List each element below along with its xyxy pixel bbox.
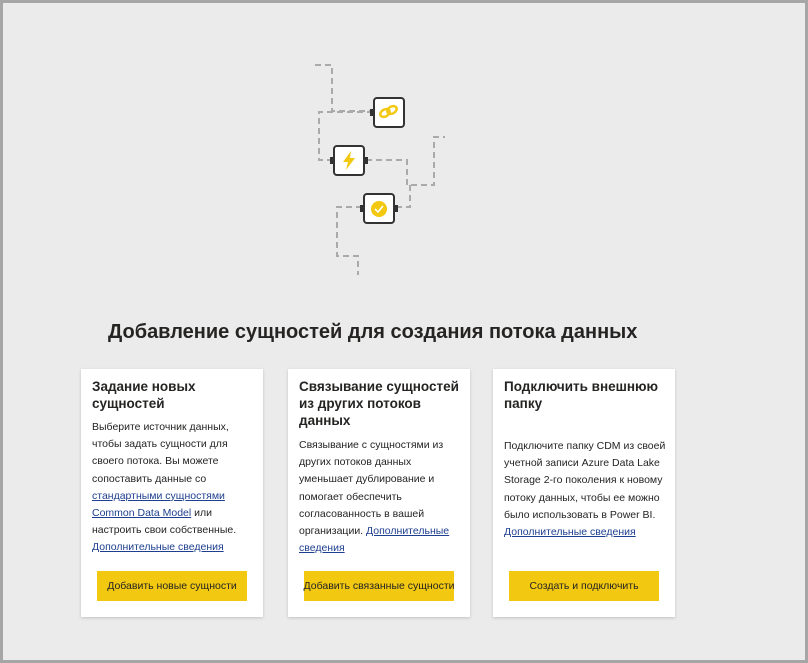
- learn-more-link[interactable]: Дополнительные сведения: [92, 541, 224, 553]
- card-description: Выберите источник данных, чтобы задать с…: [92, 419, 258, 557]
- card-text: Подключите папку CDM из своей учетной за…: [504, 440, 666, 521]
- card-description: Связывание с сущностями из других потоко…: [299, 437, 465, 557]
- card-title: Подключить внешнюю папку: [504, 379, 659, 411]
- card-link-entities: Связывание сущностей из других потоков д…: [288, 369, 470, 617]
- card-define-new-entities: Задание новых сущностей Выберите источни…: [81, 369, 263, 617]
- link-chain-icon: [370, 97, 405, 128]
- page-title: Добавление сущностей для создания потока…: [108, 321, 638, 343]
- card-title: Связывание сущностей из других потоков д…: [299, 379, 459, 428]
- learn-more-link[interactable]: Дополнительные сведения: [504, 526, 636, 538]
- card-title: Задание новых сущностей: [92, 379, 196, 411]
- card-attach-external-folder: Подключить внешнюю папку Подключите папк…: [493, 369, 675, 617]
- certified-badge-icon: [360, 193, 398, 224]
- lightning-bolt-icon: [330, 145, 368, 176]
- dataflow-illustration: [315, 64, 445, 275]
- add-linked-entities-button[interactable]: Добавить связанные сущности: [304, 571, 455, 601]
- create-and-attach-button[interactable]: Создать и подключить: [509, 571, 659, 601]
- card-text: Связывание с сущностями из других потоко…: [299, 439, 444, 538]
- card-description: Подключите папку CDM из своей учетной за…: [504, 438, 670, 541]
- add-new-entities-button[interactable]: Добавить новые сущности: [97, 571, 247, 601]
- card-text: Выберите источник данных, чтобы задать с…: [92, 421, 229, 485]
- app-frame: Добавление сущностей для создания потока…: [0, 0, 808, 663]
